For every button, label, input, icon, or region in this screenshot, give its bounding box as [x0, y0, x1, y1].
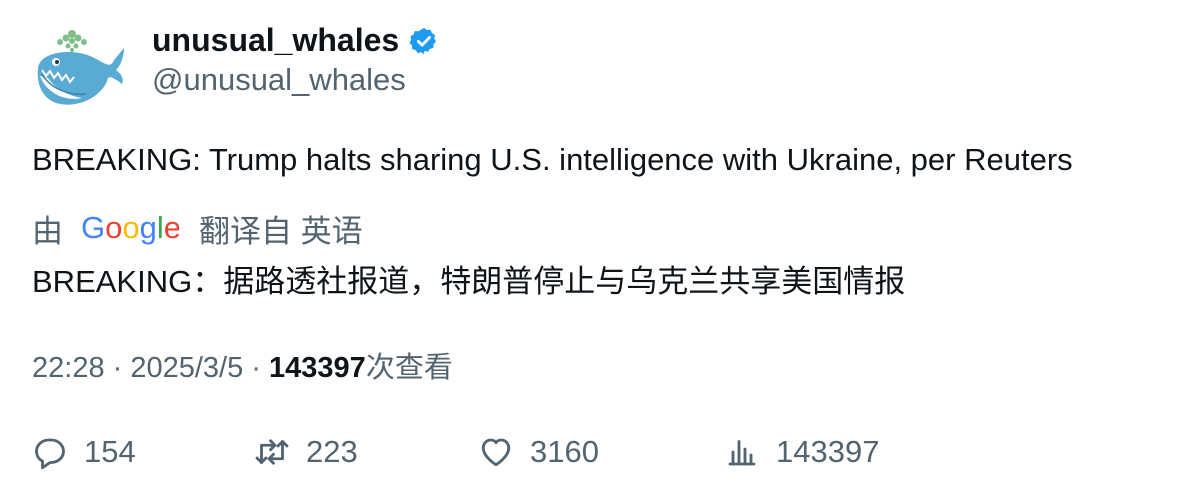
- translated-tweet-text: BREAKING：据路透社报道，特朗普停止与乌克兰共享美国情报: [32, 264, 906, 299]
- retweet-icon: [255, 439, 289, 465]
- whale-logo: [37, 30, 124, 105]
- verified-badge-icon: [409, 26, 439, 56]
- author-display-name[interactable]: unusual_whales: [152, 22, 399, 59]
- retweet-button[interactable]: 223: [254, 428, 358, 476]
- views-action-count: 143397: [776, 434, 880, 469]
- reply-button[interactable]: 154: [32, 428, 136, 476]
- translation-attribution: 由 Google 翻译自 英语: [32, 206, 363, 250]
- views-label: 次查看: [365, 352, 453, 384]
- tweet-time[interactable]: 22:28: [32, 352, 105, 384]
- tweet-actions: 154 223 3160 143397: [32, 428, 1172, 476]
- author-display-name-row[interactable]: unusual_whales: [152, 22, 439, 59]
- reply-icon: [35, 438, 65, 470]
- avatar[interactable]: [30, 26, 126, 112]
- retweet-count: 223: [306, 434, 358, 469]
- reply-count: 154: [84, 434, 136, 469]
- author-handle[interactable]: @unusual_whales: [152, 62, 406, 98]
- tweet-meta: 22:28 · 2025/3/5 · 143397次查看: [32, 344, 453, 386]
- views-button[interactable]: 143397: [724, 428, 879, 476]
- meta-separator: ·: [243, 352, 270, 384]
- views-icon: [728, 440, 756, 466]
- tweet-text: BREAKING: Trump halts sharing U.S. intel…: [32, 142, 1073, 177]
- like-count: 3160: [530, 434, 599, 469]
- tweet-date[interactable]: 2025/3/5: [130, 352, 243, 384]
- views-count: 143397: [269, 352, 366, 384]
- google-logo: Google: [81, 210, 179, 245]
- translated-from-label[interactable]: 翻译自 英语: [199, 206, 363, 251]
- svg-text:Google: Google: [81, 210, 179, 245]
- like-icon: [481, 438, 511, 467]
- translated-by-label: 由: [32, 213, 63, 249]
- meta-separator: ·: [104, 352, 131, 384]
- like-button[interactable]: 3160: [478, 428, 599, 476]
